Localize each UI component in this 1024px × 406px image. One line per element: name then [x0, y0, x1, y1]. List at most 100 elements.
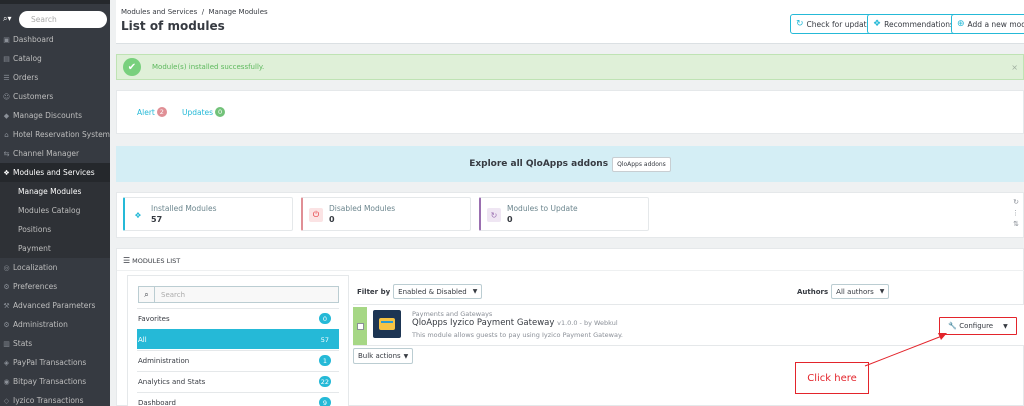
stat-installed-modules[interactable]: ❖ Installed Modules 57 [123, 197, 293, 231]
category-name: All [138, 335, 147, 344]
sidebar-item-manage-discounts[interactable]: ◆ Manage Discounts [0, 106, 110, 125]
catalog-icon: ▤ [3, 54, 10, 63]
recommendations-button[interactable]: ❖ Recommendations [867, 14, 960, 34]
module-status-bar [353, 307, 367, 345]
orders-icon: ☰ [3, 73, 10, 82]
category-name: Administration [138, 356, 190, 365]
qloapps-addons-button[interactable]: QloApps addons [612, 156, 671, 172]
category-item-dashboard[interactable]: Dashboard 9 [137, 392, 339, 406]
tab-updates[interactable]: Updates 0 [182, 107, 226, 117]
sidebar-item-customers[interactable]: ☺ Customers [0, 87, 110, 106]
stat-title: Installed Modules [151, 204, 217, 213]
puzzle-icon: ❖ [134, 210, 142, 220]
bulk-actions-button[interactable]: Bulk actions ▼ [353, 348, 414, 364]
filter-by: Filter by Enabled & Disabled ▼ [357, 284, 483, 299]
sidebar-item-localization[interactable]: ◎ Localization [0, 258, 110, 277]
stat-title: Modules to Update [507, 204, 578, 213]
sidebar-item-advanced-parameters[interactable]: ⚒ Advanced Parameters [0, 296, 110, 315]
advanced-icon: ⚒ [3, 301, 10, 310]
sidebar-item-preferences[interactable]: ⚙ Preferences [0, 277, 110, 296]
paypal-icon: ◈ [3, 358, 10, 367]
module-name-line: QloApps Iyzico Payment Gateway v1.0.0 - … [412, 318, 618, 328]
sidebar-item-hotel-reservation-system[interactable]: ⌂ Hotel Reservation System [0, 125, 110, 144]
alert-count-badge: 2 [156, 107, 167, 117]
add-new-module-button[interactable]: ⊕ Add a new module [951, 14, 1024, 34]
configure-label: Configure [959, 322, 994, 330]
sidebar-item-bitpay-transactions[interactable]: ◉ Bitpay Transactions [0, 372, 110, 391]
recommendations-label: Recommendations [884, 19, 954, 29]
category-search-input[interactable]: Search [161, 291, 185, 299]
category-item-analytics-and-stats[interactable]: Analytics and Stats 22 [137, 371, 339, 391]
sidebar-search: ⌕▾ Search [0, 8, 110, 30]
discounts-icon: ◆ [3, 111, 10, 120]
plus-circle-icon: ⊕ [957, 19, 965, 29]
sidebar-item-iyzico-transactions[interactable]: ◇ Iyzico Transactions [0, 391, 110, 406]
check-for-update-label: Check for update [806, 19, 872, 29]
search-icon[interactable]: ⌕▾ [3, 14, 19, 24]
category-item-favorites[interactable]: Favorites 0 [137, 308, 339, 328]
bitpay-icon: ◉ [3, 377, 10, 386]
localization-icon: ◎ [3, 263, 10, 272]
main-content: Modules and Services / Manage Modules Li… [116, 0, 1024, 406]
tab-alert[interactable]: Alert 2 [137, 107, 167, 117]
category-item-all[interactable]: All 57 [137, 329, 339, 349]
sidebar-item-modules-and-services[interactable]: ❖ Modules and Services [0, 163, 110, 182]
stat-modules-to-update[interactable]: ↻ Modules to Update 0 [479, 197, 649, 231]
success-alert: ✔ Module(s) installed successfully. × [116, 54, 1024, 80]
filter-select[interactable]: Enabled & Disabled ▼ [393, 284, 483, 299]
check-for-update-button[interactable]: ↻ Check for update [790, 14, 878, 34]
authors-select[interactable]: All authors ▼ [831, 284, 890, 299]
sidebar-item-orders[interactable]: ☰ Orders [0, 68, 110, 87]
stat-value: 0 [507, 215, 513, 224]
sidebar-item-paypal-transactions[interactable]: ◈ PayPal Transactions [0, 353, 110, 372]
sidebar-item-dashboard[interactable]: ▣ Dashboard [0, 30, 110, 49]
filter-label: Filter by [357, 287, 391, 296]
category-search[interactable]: ⌕ Search [138, 286, 339, 303]
sidebar-search-input[interactable]: Search [19, 10, 107, 28]
close-icon[interactable]: × [1011, 63, 1018, 72]
add-new-module-label: Add a new module [967, 19, 1024, 29]
sidebar-item-label: Preferences [13, 282, 58, 291]
module-row: Payments and Gateways QloApps Iyzico Pay… [353, 304, 1024, 346]
refresh-icon: ↻ [487, 208, 501, 222]
breadcrumb: Modules and Services / Manage Modules [121, 8, 268, 16]
stat-value: 0 [329, 215, 335, 224]
dashboard-icon: ▣ [3, 35, 10, 44]
module-checkbox[interactable] [356, 322, 364, 330]
iyzico-icon: ◇ [3, 396, 10, 405]
category-item-administration[interactable]: Administration 1 [137, 350, 339, 370]
modules-list-panel: ☰ MODULES LIST ⌕ Search Filter by Enable… [116, 248, 1024, 406]
authors-filter: Authors All authors ▼ [797, 284, 890, 299]
module-logo [373, 310, 401, 338]
sidebar-item-catalog[interactable]: ▤ Catalog [0, 49, 110, 68]
sidebar-item-channel-manager[interactable]: ⇆ Channel Manager [0, 144, 110, 163]
sidebar-item-label: Manage Discounts [13, 111, 83, 120]
breadcrumb-parent[interactable]: Modules and Services [121, 8, 197, 16]
sidebar-item-administration[interactable]: ⚙ Administration [0, 315, 110, 334]
sidebar-item-label: Orders [13, 73, 39, 82]
modules-list-heading-text: MODULES LIST [132, 256, 181, 265]
sidebar-item-label: Modules and Services [13, 168, 95, 177]
more-vertical-icon[interactable]: ⋮ [1012, 209, 1019, 217]
wrench-icon: 🔧 [948, 322, 957, 330]
sidebar-subitem-modules-catalog[interactable]: Modules Catalog [0, 201, 110, 220]
caret-down-icon[interactable]: ▼ [1003, 323, 1008, 330]
expand-icon[interactable]: ⇅ [1013, 220, 1019, 228]
sidebar-subitem-manage-modules[interactable]: Manage Modules [0, 182, 110, 201]
sidebar-item-label: Localization [13, 263, 58, 272]
sidebar-subitem-payment[interactable]: Payment [0, 239, 110, 258]
explore-addons-banner: Explore all QloApps addons QloApps addon… [116, 146, 1024, 182]
click-here-annotation: Click here [795, 362, 869, 394]
sidebar-item-label: Advanced Parameters [13, 301, 96, 310]
category-count-badge: 57 [320, 335, 329, 344]
sidebar-item-stats[interactable]: ▥ Stats [0, 334, 110, 353]
sidebar-item-label: Iyzico Transactions [13, 396, 84, 405]
stat-disabled-modules[interactable]: ⏻ Disabled Modules 0 [301, 197, 471, 231]
sidebar-item-label: Dashboard [13, 35, 54, 44]
power-icon: ⏻ [309, 208, 323, 222]
sidebar-subitem-positions[interactable]: Positions [0, 220, 110, 239]
modules-icon: ❖ [3, 168, 10, 177]
refresh-icon[interactable]: ↻ [1013, 198, 1019, 206]
preferences-icon: ⚙ [3, 282, 10, 291]
configure-button[interactable]: 🔧 Configure ▼ [939, 317, 1017, 335]
